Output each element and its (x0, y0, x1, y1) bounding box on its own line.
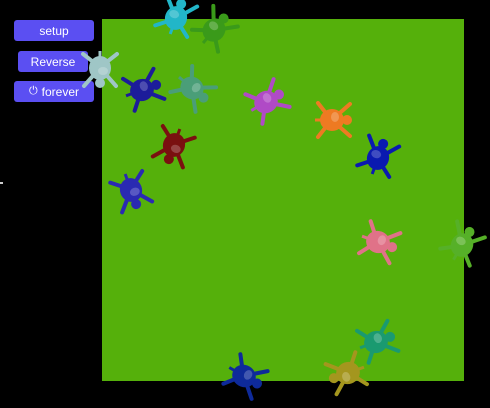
forever-label: forever (41, 84, 80, 99)
reverse-label: Reverse (30, 54, 76, 69)
reverse-button[interactable]: Reverse (18, 51, 88, 72)
setup-label: setup (39, 23, 69, 38)
forever-button[interactable]: ⏻ forever (14, 81, 94, 102)
power-icon: ⏻ (28, 85, 38, 97)
setup-button[interactable]: setup (14, 20, 94, 41)
world-view[interactable] (102, 19, 464, 381)
edge-marker (0, 182, 3, 184)
